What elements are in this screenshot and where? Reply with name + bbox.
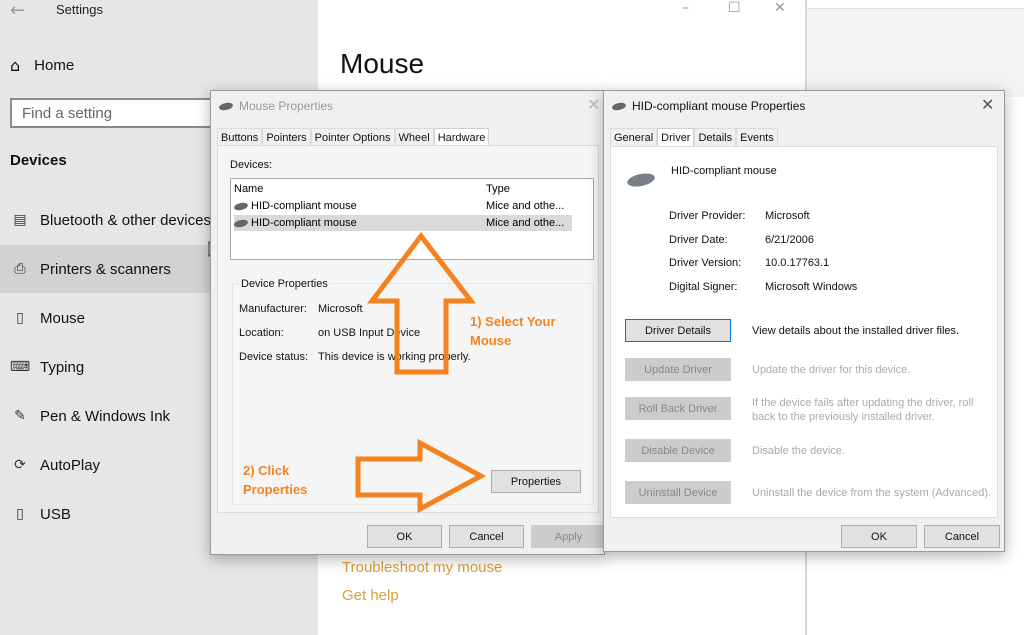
step2-annotation: 2) Click Properties [243,463,308,497]
up-arrow [366,231,477,375]
step1-annotation: 1) Select Your Mouse [470,314,556,348]
right-arrow [355,438,487,514]
